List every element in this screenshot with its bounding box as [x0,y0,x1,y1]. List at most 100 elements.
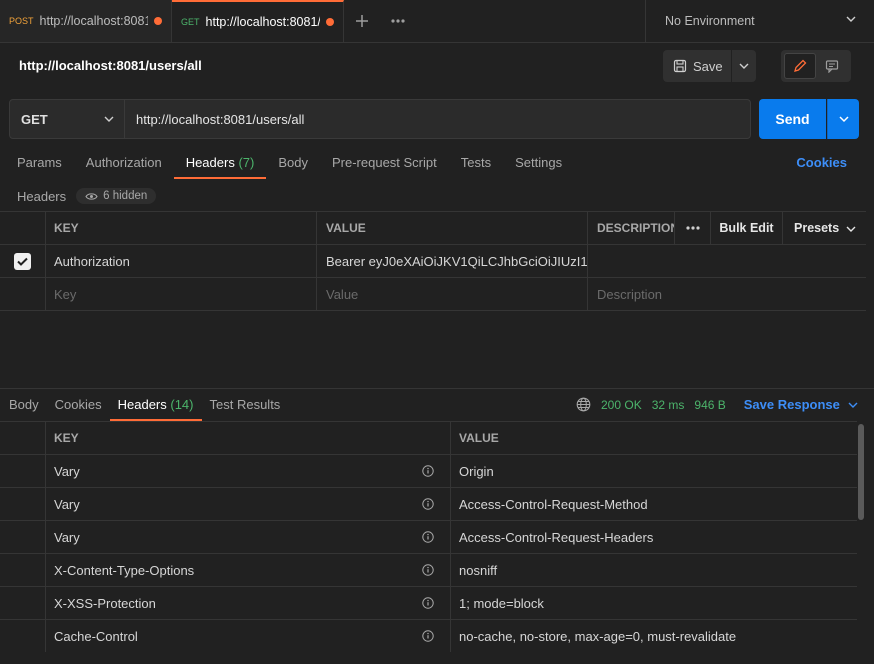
plus-icon[interactable] [344,0,380,42]
value-input[interactable]: Value [317,278,588,310]
key-input[interactable]: Key [46,278,317,310]
response-tabs: Body Cookies Headers (14) Test Results [0,394,288,421]
save-response-label: Save Response [743,397,840,412]
response-divider[interactable] [0,388,874,389]
response-time[interactable]: 32 ms [652,398,685,412]
info-icon[interactable] [422,630,434,642]
chevron-down-icon [848,402,858,408]
edit-mode-button[interactable] [784,53,816,79]
response-header-value[interactable]: 1; mode=block [451,587,857,619]
response-header-key-label: X-Content-Type-Options [54,562,195,578]
table-header-row: KEY VALUE [0,422,857,455]
request-tab-post[interactable]: POST http://localhost:8081/ [0,0,172,42]
value-column-header: VALUE [459,431,499,445]
response-header-value[interactable]: nosniff [451,554,857,586]
info-icon[interactable] [422,465,434,477]
save-label: Save [693,58,723,74]
request-tab-get[interactable]: GET http://localhost:8081/u [172,0,344,42]
cookies-link[interactable]: Cookies [796,155,847,170]
info-icon[interactable] [422,597,434,609]
chevron-down-icon [838,116,849,123]
info-icon[interactable] [422,564,434,576]
response-header-value[interactable]: no-cache, no-store, max-age=0, must-reva… [451,620,857,652]
response-header-value[interactable]: Access-Control-Request-Method [451,488,857,520]
key-column-header: KEY [46,422,451,454]
tab-url-label: http://localhost:8081/u [205,15,320,29]
method-label: GET [21,111,48,127]
response-header-value[interactable]: Origin [451,455,857,487]
spacer-cell [0,488,46,520]
response-header-value[interactable]: Access-Control-Request-Headers [451,521,857,553]
spacer-cell [0,587,46,619]
tab-body[interactable]: Body [266,151,320,179]
method-select[interactable]: GET [10,100,125,138]
url-bar: GET http://localhost:8081/users/all [9,99,751,139]
value-column-header: VALUE [317,212,588,244]
comment-mode-button[interactable] [816,53,848,79]
globe-icon[interactable] [576,397,591,412]
unsaved-dot-icon [326,18,334,26]
presets-dropdown[interactable]: Presets [782,212,866,244]
environment-selector[interactable]: No Environment [645,0,874,42]
header-description-cell[interactable] [588,245,866,277]
response-tab-cookies[interactable]: Cookies [47,394,110,421]
tab-method-label: POST [9,16,34,26]
chevron-down-icon [846,16,856,22]
tab-tests[interactable]: Tests [449,151,503,179]
tab-params[interactable]: Params [0,151,74,179]
save-response-button[interactable]: Save Response [744,397,858,412]
response-header-key[interactable]: Vary [46,455,451,487]
save-options-button[interactable] [732,50,756,82]
save-icon [673,59,687,73]
bottom-edge [0,652,874,664]
info-icon[interactable] [422,498,434,510]
ellipsis-icon[interactable] [380,0,416,42]
bulk-edit-button[interactable]: Bulk Edit [710,212,782,244]
response-tab-body[interactable]: Body [0,394,47,421]
response-headers-count: (14) [170,397,194,412]
tab-settings[interactable]: Settings [503,151,574,179]
response-tab-headers-label: Headers [117,397,167,412]
header-value-cell[interactable]: Bearer eyJ0eXAiOiJKV1QiLCJhbGciOiJIUzI1.… [317,245,588,277]
spacer-cell [0,620,46,652]
response-tab-headers[interactable]: Headers (14) [109,394,202,421]
response-header-key[interactable]: Cache-Control [46,620,451,652]
checkbox-column-header [0,212,46,244]
save-button[interactable]: Save [663,50,731,82]
response-header-key[interactable]: Vary [46,521,451,553]
description-label: DESCRIPTION [597,221,674,235]
url-input[interactable]: http://localhost:8081/users/all [125,100,750,138]
status-code[interactable]: 200 OK [601,398,642,412]
response-header-key-label: Vary [54,463,80,479]
tab-prerequest-script[interactable]: Pre-request Script [320,151,449,179]
tab-headers[interactable]: Headers (7) [173,151,267,179]
response-header-key-label: X-XSS-Protection [54,595,156,611]
info-icon[interactable] [422,531,434,543]
response-size[interactable]: 946 B [694,398,725,412]
send-options-button[interactable] [827,99,859,139]
row-checkbox-empty [0,278,46,310]
response-header-key[interactable]: X-XSS-Protection [46,587,451,619]
chevron-down-icon [846,226,856,232]
key-column-header: KEY [46,212,317,244]
ellipsis-icon[interactable] [674,212,710,244]
tab-authorization[interactable]: Authorization [74,151,174,179]
response-header-key[interactable]: X-Content-Type-Options [46,554,451,586]
tab-headers-label: Headers [185,155,235,170]
description-column-header: DESCRIPTION Bulk Edit Presets [588,212,866,244]
view-mode-toggle [781,50,851,82]
header-key-cell[interactable]: Authorization [46,245,317,277]
spacer-column [0,422,46,454]
pencil-icon [794,59,807,72]
response-scrollbar[interactable] [858,424,864,520]
response-header-key[interactable]: Vary [46,488,451,520]
tab-headers-count: (7) [238,155,255,170]
request-tabs: Params Authorization Headers (7) Body Pr… [0,151,574,181]
description-input[interactable]: Description [588,278,866,310]
hidden-headers-toggle[interactable]: 6 hidden [76,188,157,204]
request-title[interactable]: http://localhost:8081/users/all [19,58,202,73]
send-button[interactable]: Send [759,99,826,139]
response-tab-test-results[interactable]: Test Results [202,394,289,421]
row-checkbox[interactable] [0,245,46,277]
response-headers-table: KEY VALUE Vary Origin Vary Access-Control-R… [0,421,857,653]
